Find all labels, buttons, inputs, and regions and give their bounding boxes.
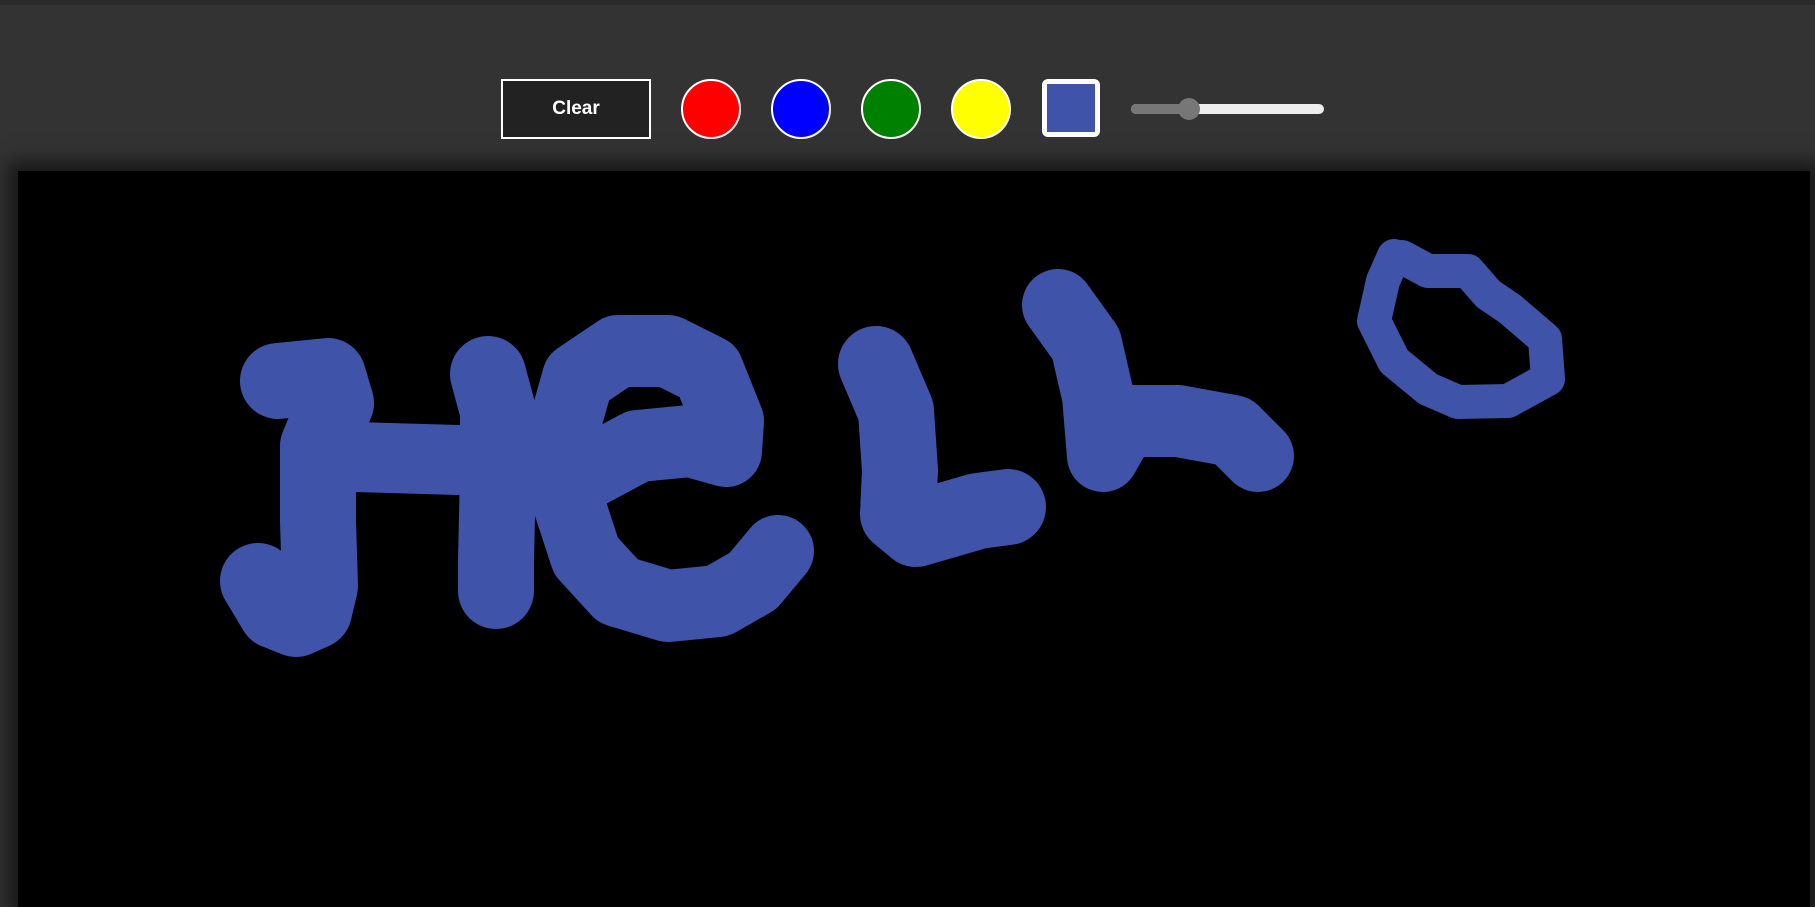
- color-picker[interactable]: [1042, 79, 1100, 137]
- drawing-app: Clear: [0, 0, 1815, 907]
- stroke-l2: [1022, 269, 1294, 492]
- canvas-svg[interactable]: [18, 171, 1810, 907]
- stroke-h-left: [220, 338, 374, 657]
- drawn-strokes: [220, 239, 1565, 657]
- stroke-h-bar: [285, 421, 493, 495]
- stroke-e: [527, 315, 814, 642]
- drawing-canvas[interactable]: [18, 171, 1810, 907]
- clear-button[interactable]: Clear: [501, 79, 651, 139]
- brush-size-slider[interactable]: [1131, 98, 1324, 120]
- color-swatch-green[interactable]: [861, 79, 921, 139]
- current-color-preview: [1047, 84, 1095, 132]
- stroke-o: [1357, 239, 1565, 419]
- color-swatch-blue[interactable]: [771, 79, 831, 139]
- toolbar: Clear: [0, 74, 1815, 139]
- stroke-l1: [838, 326, 1046, 567]
- slider-thumb[interactable]: [1177, 98, 1200, 120]
- color-swatch-yellow[interactable]: [951, 79, 1011, 139]
- color-swatch-red[interactable]: [681, 79, 741, 139]
- stroke-h-right: [450, 336, 536, 629]
